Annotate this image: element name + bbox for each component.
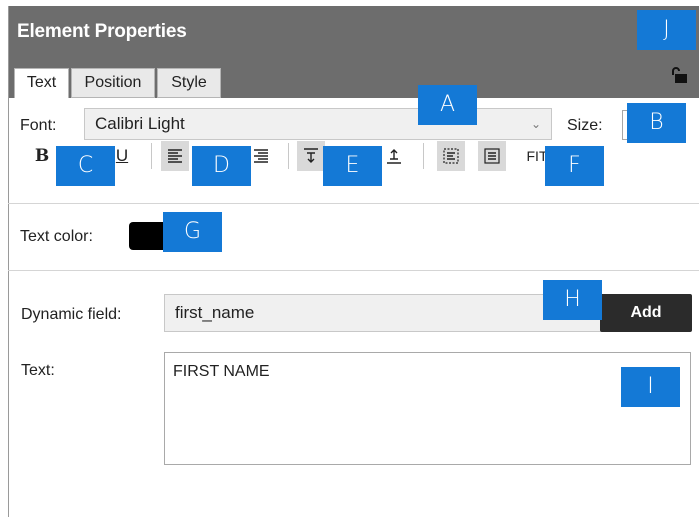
tag-d: D [192,146,251,186]
unlock-icon[interactable] [670,66,688,84]
valign-top-icon [304,148,318,163]
tag-e: E [323,146,382,186]
fit-height-button[interactable] [478,141,506,171]
toolbar-separator [151,143,152,169]
tag-c: C [56,146,115,186]
align-right-button[interactable] [247,141,275,171]
dynamic-field-label: Dynamic field: [21,306,122,323]
font-value: Calibri Light [95,114,185,133]
dynamic-field-input[interactable]: first_name [164,294,604,332]
font-select[interactable]: Calibri Light ⌄ [84,108,552,140]
text-input[interactable]: FIRST NAME [164,352,691,465]
tag-f: F [545,146,604,186]
bold-button[interactable]: B [28,141,56,171]
align-left-icon [168,149,182,163]
tab-style[interactable]: Style [157,68,221,98]
divider [8,270,699,271]
font-label: Font: [20,117,57,134]
toolbar-separator [288,143,289,169]
align-right-icon [254,149,268,163]
text-color-label: Text color: [20,228,93,245]
fit-width-button[interactable] [437,141,465,171]
add-button[interactable]: Add [600,294,692,332]
align-left-button[interactable] [161,141,189,171]
size-label: Size: [567,117,603,134]
tag-i: I [621,367,680,407]
tag-g: G [163,212,222,252]
tab-text[interactable]: Text [14,68,69,99]
fit-width-icon [443,148,459,164]
valign-bottom-icon [387,149,401,164]
tab-strip: Text Position Style [9,58,699,99]
tag-a: A [418,85,477,125]
tag-j: J [637,10,696,50]
panel-title: Element Properties [17,21,187,42]
divider [8,203,699,204]
fit-height-icon [484,148,500,164]
chevron-down-icon: ⌄ [530,117,541,131]
title-bar: Element Properties [9,6,699,58]
toolbar-separator [423,143,424,169]
valign-top-button[interactable] [297,141,325,171]
tab-position[interactable]: Position [71,68,155,98]
tag-b: B [627,103,686,143]
text-label: Text: [21,362,55,379]
valign-bottom-button[interactable] [380,141,408,171]
tag-h: H [543,280,602,320]
